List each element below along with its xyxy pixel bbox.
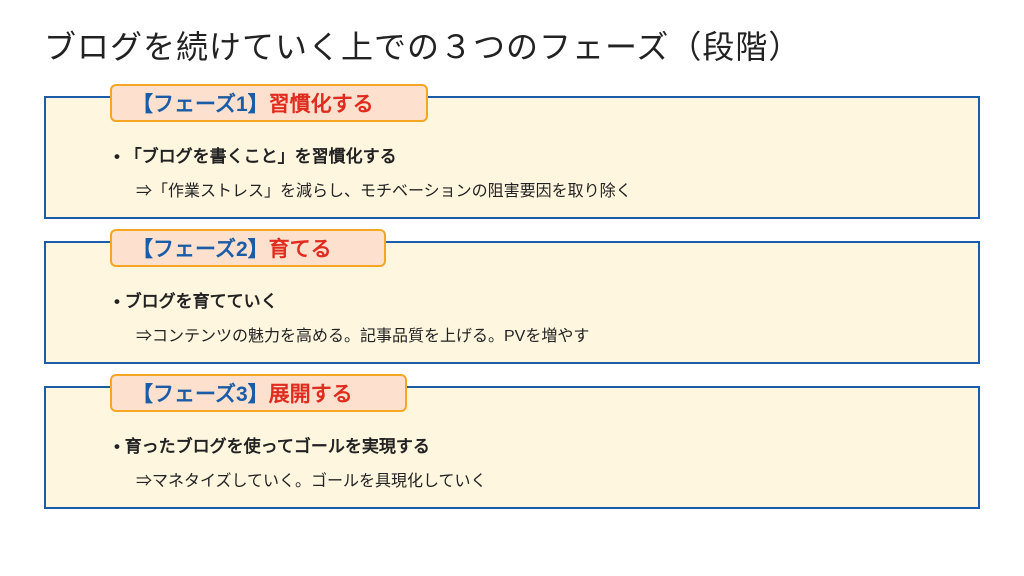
phase-block-1: 【フェーズ1】習慣化する 「ブログを書くこと」を習慣化する ⇒「作業ストレス」を… xyxy=(44,96,980,219)
phase-bullet-bold: 育ったブログを使ってゴールを実現する xyxy=(114,432,950,457)
phase-label-prefix: 【フェーズ2】 xyxy=(132,238,269,261)
phase-header-1: 【フェーズ1】習慣化する xyxy=(110,84,428,122)
slide: ブログを続けていく上での３つのフェーズ（段階） 【フェーズ1】習慣化する 「ブロ… xyxy=(0,0,1024,576)
phase-card-1: 【フェーズ1】習慣化する 「ブログを書くこと」を習慣化する ⇒「作業ストレス」を… xyxy=(44,96,980,219)
phase-label-red: 展開する xyxy=(269,383,353,406)
phase-header-3: 【フェーズ3】展開する xyxy=(110,374,407,412)
phase-label-prefix: 【フェーズ3】 xyxy=(132,383,269,406)
phase-block-2: 【フェーズ2】育てる ブログを育てていく ⇒コンテンツの魅力を高める。記事品質を… xyxy=(44,241,980,364)
phase-block-3: 【フェーズ3】展開する 育ったブログを使ってゴールを実現する ⇒マネタイズしてい… xyxy=(44,386,980,509)
slide-title: ブログを続けていく上での３つのフェーズ（段階） xyxy=(44,22,980,68)
phase-label-red: 習慣化する xyxy=(269,93,374,116)
phase-card-2: 【フェーズ2】育てる ブログを育てていく ⇒コンテンツの魅力を高める。記事品質を… xyxy=(44,241,980,364)
phase-label-prefix: 【フェーズ1】 xyxy=(132,93,269,116)
phase-label-red: 育てる xyxy=(269,238,332,261)
phase-bullet-detail: ⇒マネタイズしていく。ゴールを具現化していく xyxy=(114,467,950,491)
phase-bullet-detail: ⇒「作業ストレス」を減らし、モチベーションの阻害要因を取り除く xyxy=(114,177,950,201)
phase-bullet-detail: ⇒コンテンツの魅力を高める。記事品質を上げる。PVを増やす xyxy=(114,322,950,346)
phase-card-3: 【フェーズ3】展開する 育ったブログを使ってゴールを実現する ⇒マネタイズしてい… xyxy=(44,386,980,509)
phase-header-2: 【フェーズ2】育てる xyxy=(110,229,386,267)
phase-bullet-bold: 「ブログを書くこと」を習慣化する xyxy=(114,142,950,167)
phase-bullet-bold: ブログを育てていく xyxy=(114,287,950,312)
